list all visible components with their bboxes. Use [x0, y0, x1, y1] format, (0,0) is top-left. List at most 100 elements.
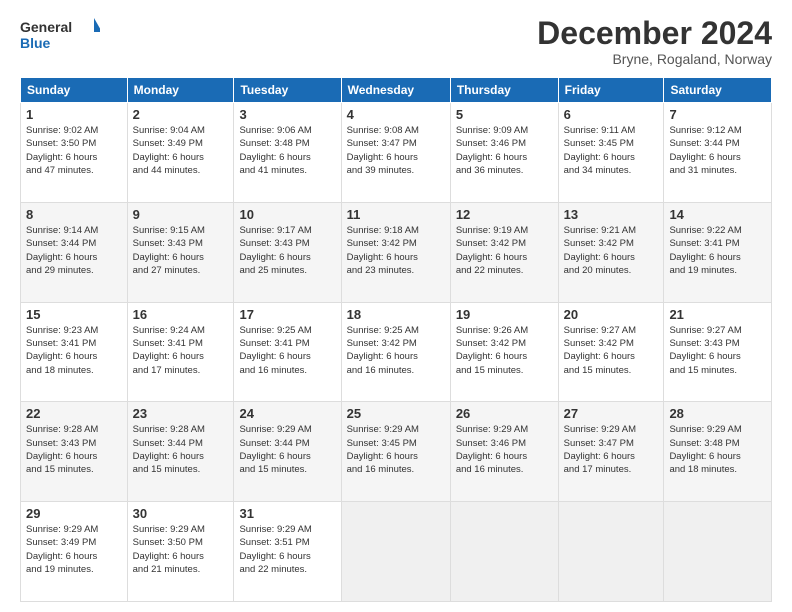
day-number: 23 — [133, 406, 229, 421]
calendar-cell: 19Sunrise: 9:26 AMSunset: 3:42 PMDayligh… — [450, 302, 558, 402]
day-number: 25 — [347, 406, 445, 421]
day-number: 24 — [239, 406, 335, 421]
day-number: 12 — [456, 207, 553, 222]
svg-text:General: General — [20, 19, 72, 35]
logo-svg: General Blue — [20, 16, 100, 56]
header-row: Sunday Monday Tuesday Wednesday Thursday… — [21, 78, 772, 103]
day-number: 30 — [133, 506, 229, 521]
day-info: Sunrise: 9:23 AMSunset: 3:41 PMDaylight:… — [26, 324, 122, 377]
week-row-2: 8Sunrise: 9:14 AMSunset: 3:44 PMDaylight… — [21, 202, 772, 302]
day-number: 28 — [669, 406, 766, 421]
day-info: Sunrise: 9:24 AMSunset: 3:41 PMDaylight:… — [133, 324, 229, 377]
day-number: 3 — [239, 107, 335, 122]
calendar-body: 1 Sunrise: 9:02 AMSunset: 3:50 PMDaylight… — [21, 103, 772, 602]
day-info: Sunrise: 9:02 AMSunset: 3:50 PMDaylight:… — [26, 124, 122, 177]
day-number: 5 — [456, 107, 553, 122]
day-info: Sunrise: 9:29 AMSunset: 3:50 PMDaylight:… — [133, 523, 229, 576]
calendar-cell: 18 Sunrise: 9:25 AMSunset: 3:42 PMDayligh… — [341, 302, 450, 402]
day-number: 7 — [669, 107, 766, 122]
day-number: 20 — [564, 307, 659, 322]
calendar-cell: 25 Sunrise: 9:29 AMSunset: 3:45 PMDayligh… — [341, 402, 450, 502]
day-number: 10 — [239, 207, 335, 222]
day-number: 31 — [239, 506, 335, 521]
day-number: 15 — [26, 307, 122, 322]
calendar-cell: 10 Sunrise: 9:17 AMSunset: 3:43 PMDayligh… — [234, 202, 341, 302]
day-number: 16 — [133, 307, 229, 322]
col-monday: Monday — [127, 78, 234, 103]
day-number: 21 — [669, 307, 766, 322]
day-info: Sunrise: 9:14 AMSunset: 3:44 PMDaylight:… — [26, 224, 122, 277]
calendar-cell — [341, 502, 450, 602]
day-number: 19 — [456, 307, 553, 322]
day-info: Sunrise: 9:29 AMSunset: 3:46 PMDaylight:… — [456, 423, 553, 476]
logo: General Blue — [20, 16, 100, 56]
calendar-cell: 16 Sunrise: 9:24 AMSunset: 3:41 PMDayligh… — [127, 302, 234, 402]
day-info: Sunrise: 9:15 AMSunset: 3:43 PMDaylight:… — [133, 224, 229, 277]
calendar-cell: 4 Sunrise: 9:08 AMSunset: 3:47 PMDaylight… — [341, 103, 450, 203]
day-info: Sunrise: 9:17 AMSunset: 3:43 PMDaylight:… — [239, 224, 335, 277]
day-number: 11 — [347, 207, 445, 222]
svg-text:Blue: Blue — [20, 35, 51, 51]
day-number: 27 — [564, 406, 659, 421]
calendar-cell: 27 Sunrise: 9:29 AMSunset: 3:47 PMDayligh… — [558, 402, 664, 502]
calendar-cell: 3 Sunrise: 9:06 AMSunset: 3:48 PMDaylight… — [234, 103, 341, 203]
calendar-table: Sunday Monday Tuesday Wednesday Thursday… — [20, 77, 772, 602]
calendar-cell: 21 Sunrise: 9:27 AMSunset: 3:43 PMDayligh… — [664, 302, 772, 402]
week-row-3: 15 Sunrise: 9:23 AMSunset: 3:41 PMDayligh… — [21, 302, 772, 402]
day-info: Sunrise: 9:06 AMSunset: 3:48 PMDaylight:… — [239, 124, 335, 177]
calendar-cell: 2 Sunrise: 9:04 AMSunset: 3:49 PMDaylight… — [127, 103, 234, 203]
calendar-cell — [664, 502, 772, 602]
calendar-cell: 11Sunrise: 9:18 AMSunset: 3:42 PMDayligh… — [341, 202, 450, 302]
day-info: Sunrise: 9:25 AMSunset: 3:41 PMDaylight:… — [239, 324, 335, 377]
month-title: December 2024 — [537, 16, 772, 51]
day-info: Sunrise: 9:29 AMSunset: 3:47 PMDaylight:… — [564, 423, 659, 476]
day-number: 2 — [133, 107, 229, 122]
calendar-cell: 24 Sunrise: 9:29 AMSunset: 3:44 PMDayligh… — [234, 402, 341, 502]
calendar-cell: 8Sunrise: 9:14 AMSunset: 3:44 PMDaylight… — [21, 202, 128, 302]
day-number: 18 — [347, 307, 445, 322]
calendar-cell: 28Sunrise: 9:29 AMSunset: 3:48 PMDayligh… — [664, 402, 772, 502]
day-info: Sunrise: 9:29 AMSunset: 3:45 PMDaylight:… — [347, 423, 445, 476]
day-info: Sunrise: 9:27 AMSunset: 3:42 PMDaylight:… — [564, 324, 659, 377]
calendar-cell: 15 Sunrise: 9:23 AMSunset: 3:41 PMDayligh… — [21, 302, 128, 402]
calendar-cell — [450, 502, 558, 602]
location-subtitle: Bryne, Rogaland, Norway — [537, 51, 772, 67]
day-info: Sunrise: 9:22 AMSunset: 3:41 PMDaylight:… — [669, 224, 766, 277]
calendar-cell: 13Sunrise: 9:21 AMSunset: 3:42 PMDayligh… — [558, 202, 664, 302]
calendar-cell: 22Sunrise: 9:28 AMSunset: 3:43 PMDayligh… — [21, 402, 128, 502]
calendar-cell: 20 Sunrise: 9:27 AMSunset: 3:42 PMDayligh… — [558, 302, 664, 402]
day-info: Sunrise: 9:25 AMSunset: 3:42 PMDaylight:… — [347, 324, 445, 377]
day-number: 17 — [239, 307, 335, 322]
calendar-page: General Blue December 2024 Bryne, Rogala… — [0, 0, 792, 612]
day-info: Sunrise: 9:12 AMSunset: 3:44 PMDaylight:… — [669, 124, 766, 177]
calendar-cell: 1 Sunrise: 9:02 AMSunset: 3:50 PMDaylight… — [21, 103, 128, 203]
day-number: 1 — [26, 107, 122, 122]
col-friday: Friday — [558, 78, 664, 103]
calendar-cell: 23Sunrise: 9:28 AMSunset: 3:44 PMDayligh… — [127, 402, 234, 502]
calendar-cell: 12Sunrise: 9:19 AMSunset: 3:42 PMDayligh… — [450, 202, 558, 302]
day-info: Sunrise: 9:28 AMSunset: 3:43 PMDaylight:… — [26, 423, 122, 476]
col-sunday: Sunday — [21, 78, 128, 103]
calendar-cell: 26 Sunrise: 9:29 AMSunset: 3:46 PMDayligh… — [450, 402, 558, 502]
calendar-cell: 7 Sunrise: 9:12 AMSunset: 3:44 PMDaylight… — [664, 103, 772, 203]
day-info: Sunrise: 9:27 AMSunset: 3:43 PMDaylight:… — [669, 324, 766, 377]
day-number: 9 — [133, 207, 229, 222]
calendar-cell — [558, 502, 664, 602]
day-info: Sunrise: 9:29 AMSunset: 3:44 PMDaylight:… — [239, 423, 335, 476]
col-tuesday: Tuesday — [234, 78, 341, 103]
day-number: 29 — [26, 506, 122, 521]
day-number: 4 — [347, 107, 445, 122]
day-info: Sunrise: 9:11 AMSunset: 3:45 PMDaylight:… — [564, 124, 659, 177]
day-info: Sunrise: 9:29 AMSunset: 3:49 PMDaylight:… — [26, 523, 122, 576]
day-info: Sunrise: 9:08 AMSunset: 3:47 PMDaylight:… — [347, 124, 445, 177]
week-row-1: 1 Sunrise: 9:02 AMSunset: 3:50 PMDaylight… — [21, 103, 772, 203]
calendar-cell: 29 Sunrise: 9:29 AMSunset: 3:49 PMDayligh… — [21, 502, 128, 602]
calendar-cell: 30 Sunrise: 9:29 AMSunset: 3:50 PMDayligh… — [127, 502, 234, 602]
calendar-cell: 5Sunrise: 9:09 AMSunset: 3:46 PMDaylight… — [450, 103, 558, 203]
calendar-cell: 14Sunrise: 9:22 AMSunset: 3:41 PMDayligh… — [664, 202, 772, 302]
day-number: 26 — [456, 406, 553, 421]
day-info: Sunrise: 9:04 AMSunset: 3:49 PMDaylight:… — [133, 124, 229, 177]
day-info: Sunrise: 9:29 AMSunset: 3:51 PMDaylight:… — [239, 523, 335, 576]
day-number: 6 — [564, 107, 659, 122]
calendar-cell: 6 Sunrise: 9:11 AMSunset: 3:45 PMDaylight… — [558, 103, 664, 203]
